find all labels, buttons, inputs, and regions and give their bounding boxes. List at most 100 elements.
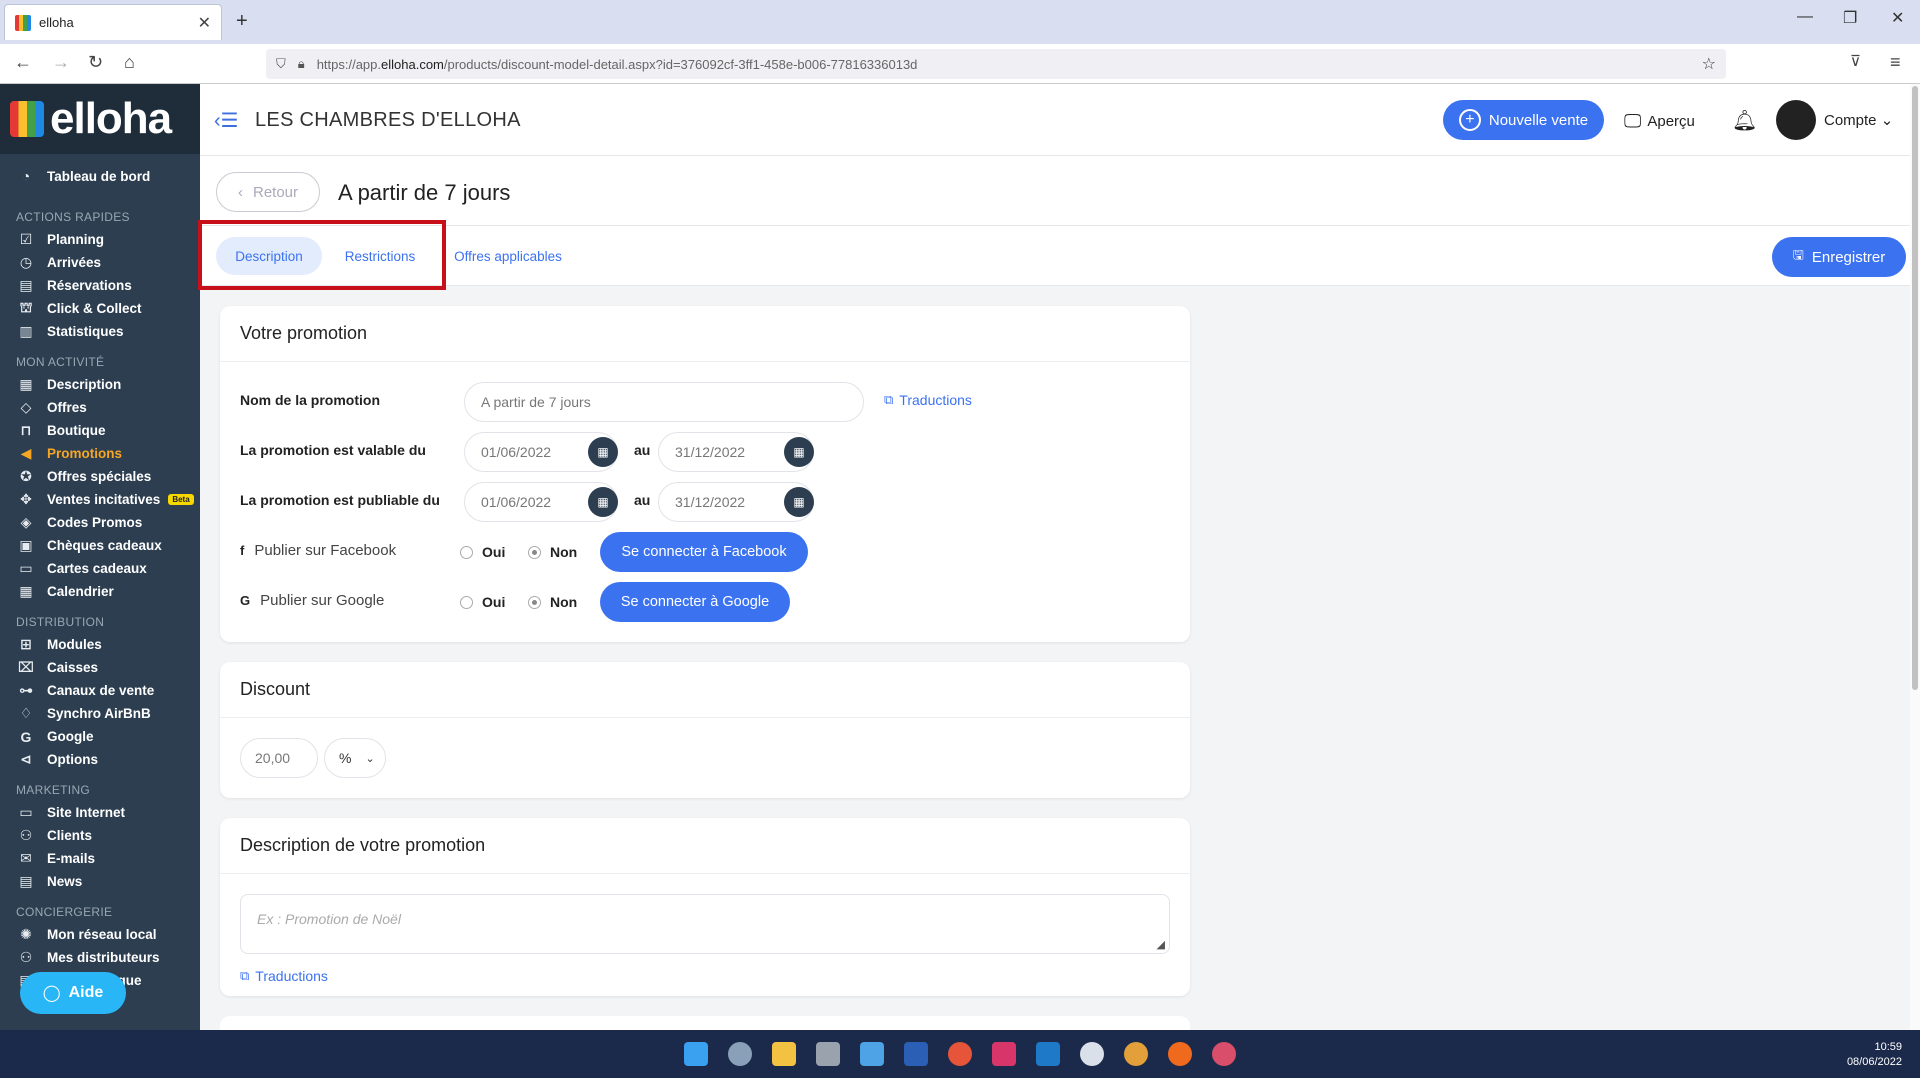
next-card-edge xyxy=(220,1016,1190,1030)
sidebar-item-click-collect[interactable]: ⛫ Click & Collect xyxy=(0,297,200,320)
sidebar-item-site[interactable]: ▭ Site Internet xyxy=(0,801,200,824)
radio-label: Non xyxy=(550,544,578,560)
settings-icon[interactable] xyxy=(728,1042,752,1066)
google-oui-radio[interactable]: Oui xyxy=(460,594,505,610)
sidebar-item-news[interactable]: ▤ News xyxy=(0,870,200,893)
sidebar-item-emails[interactable]: ✉ E-mails xyxy=(0,847,200,870)
bookmark-star-icon[interactable]: ☆ xyxy=(1702,54,1716,74)
notepad-icon[interactable] xyxy=(860,1042,884,1066)
sidebar-item-reseau-local[interactable]: ✺ Mon réseau local xyxy=(0,923,200,946)
google-publish-label: G Publier sur Google xyxy=(240,592,384,609)
calendar-icon[interactable]: ▦ xyxy=(588,487,618,517)
sidebar-item-cartes-cadeaux[interactable]: ▭ Cartes cadeaux xyxy=(0,557,200,580)
description-textarea[interactable]: Ex : Promotion de Noël ◢ xyxy=(240,894,1170,954)
discount-unit-select[interactable]: % ⌄ xyxy=(324,738,386,778)
sidebar-item-codes-promos[interactable]: ◈ Codes Promos xyxy=(0,511,200,534)
sidebar-item-promotions[interactable]: ◀ Promotions xyxy=(0,442,200,465)
sidebar-item-caisses[interactable]: ⌧ Caisses xyxy=(0,656,200,679)
new-tab-icon[interactable]: + xyxy=(236,10,248,33)
trello-icon[interactable] xyxy=(1036,1042,1060,1066)
collapse-menu-icon[interactable]: ‹☰ xyxy=(214,108,239,133)
file-explorer-icon[interactable] xyxy=(772,1042,796,1066)
windows-start-icon[interactable] xyxy=(684,1042,708,1066)
sidebar-item-cheques-cadeaux[interactable]: ▣ Chèques cadeaux xyxy=(0,534,200,557)
preview-button[interactable]: 🖵 Aperçu xyxy=(1624,111,1695,132)
window-close-icon[interactable]: ✕ xyxy=(1891,8,1904,28)
save-disk-icon: 🖫 xyxy=(1792,247,1804,262)
google-non-radio[interactable]: Non xyxy=(528,594,577,610)
facebook-oui-radio[interactable]: Oui xyxy=(460,544,505,560)
sidebar-item-offres-speciales[interactable]: ✪ Offres spéciales xyxy=(0,465,200,488)
taskbar-clock[interactable]: 10:59 08/06/2022 xyxy=(1847,1040,1902,1070)
back-label: Retour xyxy=(252,183,299,201)
tab-close-icon[interactable]: ✕ xyxy=(198,13,211,33)
sidebar-item-canaux[interactable]: ⊶ Canaux de vente xyxy=(0,679,200,702)
radio-label: Non xyxy=(550,594,578,610)
account-menu[interactable]: Compte ⌄ xyxy=(1824,111,1893,129)
chrome-icon[interactable] xyxy=(1124,1042,1148,1066)
sidebar-item-dashboard[interactable]: ◔ Tableau de bord xyxy=(0,154,200,198)
url-bar[interactable]: ⛉ 🔒︎ https://app. elloha.com/products/dis… xyxy=(266,49,1726,79)
menu-icon[interactable]: ≡ xyxy=(1890,52,1901,73)
plus-circle-icon: + xyxy=(1458,109,1481,131)
sidebar-item-label: Site Internet xyxy=(47,805,126,820)
sidebar-item-clients[interactable]: ⚇ Clients xyxy=(0,824,200,847)
forward-arrow-icon[interactable]: → xyxy=(52,52,70,73)
tab-offres-applicables[interactable]: Offres applicables xyxy=(446,237,570,275)
minimize-icon[interactable]: — xyxy=(1797,8,1813,26)
avatar[interactable] xyxy=(1776,100,1816,140)
help-button[interactable]: ◯ Aide xyxy=(20,972,126,1014)
sidebar-item-distributeurs[interactable]: ⚇ Mes distributeurs xyxy=(0,946,200,969)
sidebar-item-offres[interactable]: ◇ Offres xyxy=(0,396,200,419)
sidebar-item-google[interactable]: G Google xyxy=(0,725,200,748)
app-icon[interactable] xyxy=(1212,1042,1236,1066)
reload-icon[interactable]: ↻ xyxy=(88,52,103,73)
cash-register-icon: ⌧ xyxy=(17,659,35,675)
browser-tab[interactable]: elloha ✕ xyxy=(4,4,222,40)
discount-value-input[interactable]: 20,00 xyxy=(240,738,318,778)
new-sale-button[interactable]: + Nouvelle vente xyxy=(1443,100,1604,140)
calendar-icon[interactable]: ▦ xyxy=(588,437,618,467)
slack-icon[interactable] xyxy=(992,1042,1016,1066)
app-icon[interactable] xyxy=(948,1042,972,1066)
calendar-icon[interactable]: ▦ xyxy=(784,487,814,517)
firefox-icon[interactable] xyxy=(1168,1042,1192,1066)
resize-grip-icon[interactable]: ◢ xyxy=(1157,938,1165,951)
scrollbar-thumb[interactable] xyxy=(1912,86,1918,690)
word-icon[interactable] xyxy=(904,1042,928,1066)
sidebar-item-planning[interactable]: ☑ Planning xyxy=(0,228,200,251)
facebook-non-radio[interactable]: Non xyxy=(528,544,577,560)
calendar-check-icon: ☑ xyxy=(19,231,33,247)
back-arrow-icon[interactable]: ← xyxy=(14,52,32,73)
sidebar-item-ventes-incitatives[interactable]: ✥ Ventes incitatives Beta xyxy=(0,488,200,511)
sidebar-item-reservations[interactable]: ▤ Réservations xyxy=(0,274,200,297)
sidebar-item-options[interactable]: ⊲ Options xyxy=(0,748,200,771)
logo[interactable]: elloha xyxy=(0,84,200,154)
sidebar-item-description[interactable]: ▦ Description xyxy=(0,373,200,396)
connect-facebook-button[interactable]: Se connecter à Facebook xyxy=(600,532,808,572)
sidebar-item-arrivees[interactable]: ◷ Arrivées xyxy=(0,251,200,274)
calculator-icon[interactable] xyxy=(816,1042,840,1066)
back-button[interactable]: ‹ Retour xyxy=(216,172,320,212)
sidebar-item-modules[interactable]: ⊞ Modules xyxy=(0,633,200,656)
radio-label: Oui xyxy=(482,594,506,610)
sidebar-item-boutique[interactable]: ⊓ Boutique xyxy=(0,419,200,442)
pocket-icon[interactable]: ⊽ xyxy=(1850,52,1861,70)
sidebar-item-label: Click & Collect xyxy=(47,301,142,316)
sidebar-item-calendrier[interactable]: ▦ Calendrier xyxy=(0,580,200,603)
sidebar-item-airbnb[interactable]: ♢ Synchro AirBnB xyxy=(0,702,200,725)
translations-link[interactable]: ⧉ Traductions xyxy=(240,968,328,984)
sidebar-item-statistiques[interactable]: ▥ Statistiques xyxy=(0,320,200,343)
calendar-icon[interactable]: ▦ xyxy=(784,437,814,467)
sidebar-item-label: Calendrier xyxy=(47,584,114,599)
teams-icon[interactable] xyxy=(1080,1042,1104,1066)
sidebar-item-label: Clients xyxy=(47,828,93,843)
connect-google-button[interactable]: Se connecter à Google xyxy=(600,582,790,622)
restore-icon[interactable]: ❐ xyxy=(1843,8,1857,28)
promo-name-input[interactable]: A partir de 7 jours xyxy=(464,382,864,422)
save-button[interactable]: 🖫 Enregistrer xyxy=(1772,237,1906,277)
bell-icon[interactable]: 🔔︎ xyxy=(1732,108,1757,133)
section-title: ACTIONS RAPIDES xyxy=(16,210,130,224)
translations-link[interactable]: ⧉ Traductions xyxy=(884,392,972,408)
home-icon[interactable]: ⌂ xyxy=(124,52,135,73)
